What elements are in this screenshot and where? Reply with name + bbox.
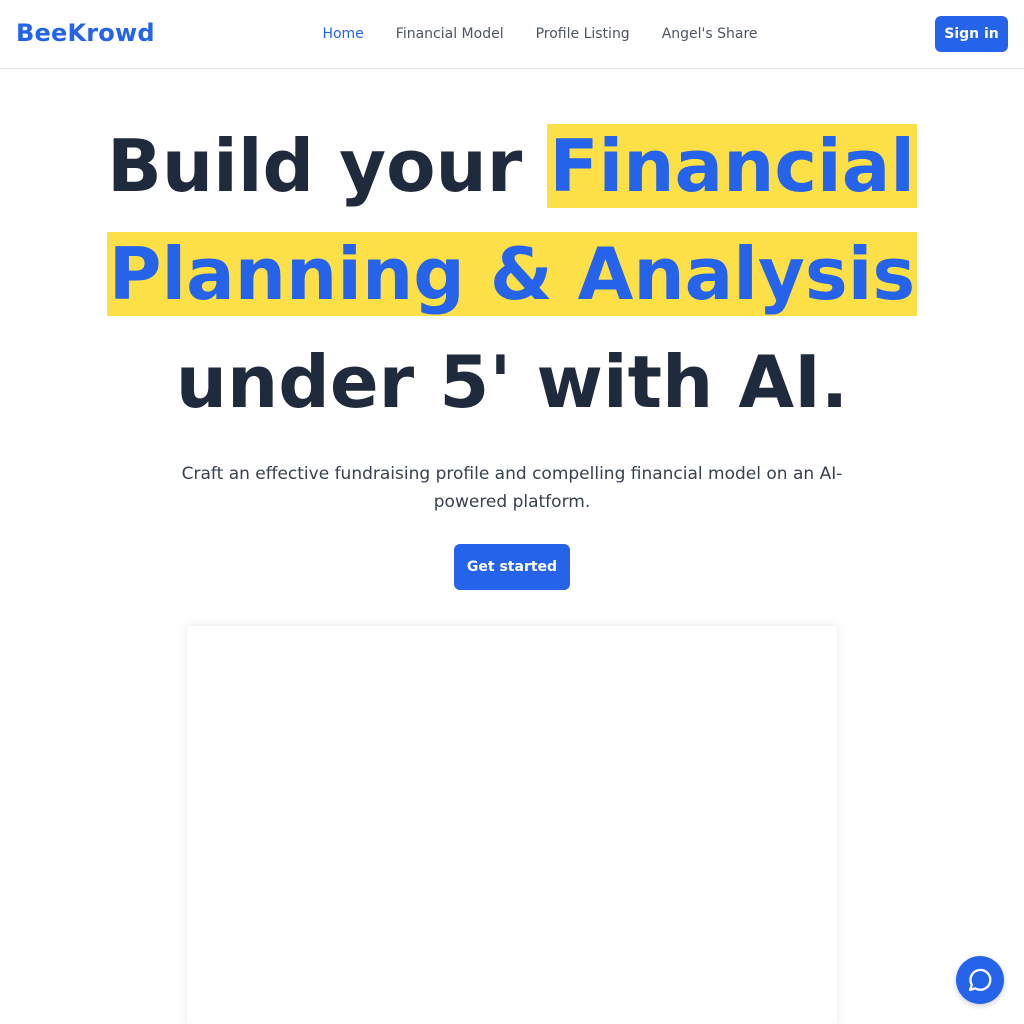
hero-title-highlight: Financial	[547, 124, 917, 208]
hero-title-line-2: Planning & Analysis	[0, 220, 1024, 328]
hero-title-line-3: under 5' with AI.	[175, 340, 849, 424]
hero-title-line-1: Build your Financial	[0, 112, 1024, 220]
chat-button[interactable]	[956, 956, 1004, 1004]
sign-in-button[interactable]: Sign in	[935, 16, 1008, 52]
hero-media-frame	[187, 626, 837, 1024]
nav-item-home[interactable]: Home	[322, 26, 363, 42]
nav-item-profile-listing[interactable]: Profile Listing	[536, 26, 630, 42]
brand-logo[interactable]: BeeKrowd	[16, 17, 155, 49]
hero-subtitle: Craft an effective fundraising profile a…	[181, 464, 843, 512]
nav-item-angels-share[interactable]: Angel's Share	[662, 26, 758, 42]
hero-title: Build your Financial Planning & Analysis…	[0, 112, 1024, 436]
get-started-button[interactable]: Get started	[454, 544, 570, 590]
hero-title-text: Build your	[107, 124, 548, 208]
hero-title-highlight: Planning & Analysis	[106, 232, 918, 316]
chat-bubble-icon	[966, 966, 994, 994]
site-header: BeeKrowd Home Financial Model Profile Li…	[0, 0, 1024, 69]
main-nav: Home Financial Model Profile Listing Ang…	[300, 0, 780, 68]
nav-item-financial-model[interactable]: Financial Model	[396, 26, 504, 42]
